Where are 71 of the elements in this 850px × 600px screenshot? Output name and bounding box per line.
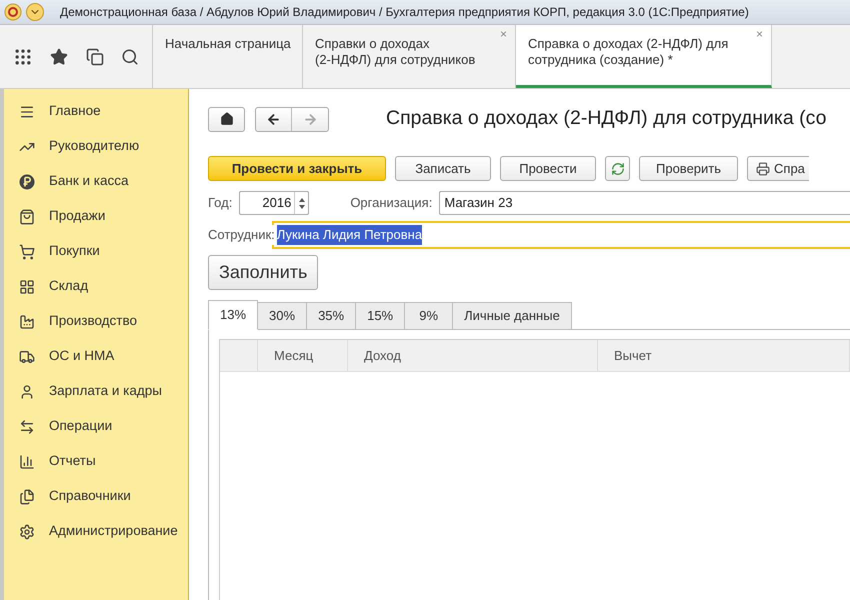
sidebar-item[interactable]: Склад	[4, 269, 188, 304]
spin-down-icon[interactable]	[298, 204, 305, 208]
tab-label: Справки о доходах	[315, 36, 430, 52]
sidebar-item[interactable]: Покупки	[4, 234, 188, 269]
toolbar-icon-button[interactable]	[605, 156, 630, 181]
sidebar-item[interactable]: Администрирование	[4, 514, 188, 549]
year-field[interactable]: 2016	[239, 191, 310, 215]
document-tab[interactable]: Справка о доходах (2-НДФЛ) для сотрудника (создание) * ×	[516, 25, 772, 88]
document-tab[interactable]: Начальная страница	[153, 25, 303, 88]
rate-tab[interactable]: 13%	[208, 300, 258, 330]
factory-icon	[19, 314, 35, 330]
toolbar-button[interactable]: Проверить	[639, 156, 738, 181]
refresh-doc-icon	[610, 162, 624, 176]
sidebar-item[interactable]: Главное	[4, 94, 188, 129]
window-menu-button[interactable]	[26, 3, 44, 21]
form-title: Справка о доходах (2-НДФЛ) для сотрудника (со	[386, 106, 826, 132]
toolbar-button[interactable]: Провести	[500, 156, 596, 181]
rate-tab[interactable]: 30%	[257, 302, 308, 330]
bar-chart-icon	[19, 454, 35, 470]
organization-field[interactable]: Магазин 23	[439, 191, 850, 215]
menu-icon	[19, 104, 35, 120]
rate-tab[interactable]: 15%	[355, 302, 406, 330]
fill-button[interactable]: Заполнить	[208, 255, 318, 290]
organization-label: Организация:	[350, 194, 432, 212]
dots-grid-icon	[12, 46, 33, 66]
post-and-close-button[interactable]: Провести и закрыть	[208, 156, 386, 181]
column-header[interactable]: Доход	[348, 340, 598, 371]
column-header[interactable]: Вычет	[598, 340, 850, 371]
home-icon	[220, 112, 234, 126]
right-arrow-icon	[302, 112, 318, 126]
person-icon	[19, 384, 35, 400]
home-button[interactable]	[208, 106, 245, 132]
employee-name: Лукина Лидия Петровна	[276, 225, 422, 245]
sidebar-item[interactable]: ОС и НМА	[4, 339, 188, 374]
tab-label: (2-НДФЛ) для сотрудников	[315, 52, 476, 68]
column-header[interactable]: Месяц	[258, 340, 348, 371]
sidebar-item[interactable]: Отчеты	[4, 444, 188, 479]
sidebar-item[interactable]: Продажи	[4, 199, 188, 234]
employee-label: Сотрудник:	[208, 225, 275, 245]
shopping-cart-icon	[19, 244, 35, 260]
rate-tab[interactable]: 9%	[404, 302, 454, 330]
search-icon	[121, 48, 140, 66]
app-logo-icon	[4, 3, 22, 21]
pages-icon	[86, 48, 104, 66]
rate-tab[interactable]: Личные данные	[452, 302, 572, 330]
settings-icon	[19, 524, 35, 540]
employee-field[interactable]: Лукина Лидия Петровна	[272, 221, 850, 249]
tab-label: Справка о доходах (2-НДФЛ) для	[528, 36, 728, 52]
printer-icon	[756, 162, 770, 176]
year-label: Год:	[208, 194, 232, 212]
sidebar-item[interactable]: Зарплата и кадры	[4, 374, 188, 409]
grid-icon	[19, 278, 35, 294]
sidebar-item[interactable]: Банк и касса	[4, 164, 188, 199]
sidebar-item[interactable]: Операции	[4, 409, 188, 444]
sidebar-item[interactable]: Справочники	[4, 479, 188, 514]
shopping-bag-icon	[19, 208, 35, 224]
tab-label: сотрудника (создание) *	[528, 52, 673, 68]
star-icon	[50, 48, 68, 66]
toolbar-button[interactable]: Записать	[395, 156, 491, 181]
tab-label: Начальная страница	[165, 36, 291, 52]
documents-icon	[19, 488, 35, 504]
ruble-coin-icon	[19, 174, 35, 190]
print-button[interactable]: Спра	[747, 156, 809, 181]
close-icon[interactable]: ×	[756, 28, 763, 40]
rate-tab[interactable]: 35%	[306, 302, 356, 330]
spin-up-icon[interactable]	[298, 198, 305, 202]
sidebar-item[interactable]: Производство	[4, 304, 188, 339]
sidebar-item[interactable]: Руководителю	[4, 129, 188, 164]
truck-icon	[19, 348, 35, 364]
window-title: Демонстрационная база / Абдулов Юрий Владимирович / Бухгалтерия предприятия КОРП, редакция 3.0 (1С:Предприятие)	[60, 4, 749, 21]
arrows-icon	[19, 418, 35, 434]
